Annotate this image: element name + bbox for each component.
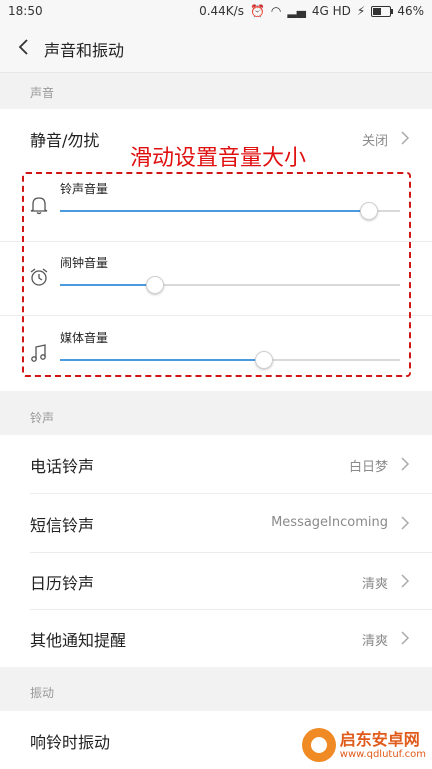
calendar-ringtone-value: 清爽 bbox=[361, 577, 388, 592]
dnd-label: 静音/勿扰 bbox=[30, 131, 100, 150]
charging-icon: ⚡ bbox=[356, 4, 366, 18]
network-speed: 0.44K/s bbox=[199, 4, 244, 18]
watermark-logo bbox=[301, 728, 336, 762]
chevron-right-icon bbox=[401, 516, 410, 530]
calendar-ringtone-row[interactable]: 日历铃声 清爽 bbox=[0, 552, 432, 610]
section-header-vibration: 振动 bbox=[30, 686, 55, 700]
section-vibration: 振动 bbox=[0, 667, 432, 711]
signal-icon: ▂▄ bbox=[287, 4, 306, 18]
dnd-value: 关闭 bbox=[361, 134, 388, 149]
chevron-right-icon bbox=[401, 457, 410, 471]
battery-percent: 46% bbox=[397, 4, 424, 18]
annotation-text: 滑动设置音量大小 bbox=[130, 146, 307, 171]
alarm-icon: ⏰ bbox=[249, 4, 265, 18]
status-bar: 18:50 0.44K/s ⏰ ◠ ▂▄ 4G HD ⚡ 46% bbox=[0, 0, 432, 24]
ring-vibrate-label: 响铃时振动 bbox=[30, 733, 111, 752]
phone-ringtone-value: 白日梦 bbox=[348, 460, 388, 475]
network-type: 4G HD bbox=[311, 4, 351, 18]
annotation-box bbox=[22, 172, 411, 377]
phone-ringtone-row[interactable]: 电话铃声 白日梦 bbox=[0, 435, 432, 493]
sms-ringtone-label: 短信铃声 bbox=[30, 516, 95, 535]
watermark: 启东安卓网 www.qdlutuf.com bbox=[301, 728, 426, 762]
back-arrow-icon[interactable] bbox=[12, 34, 38, 60]
section-ringtone: 铃声 bbox=[0, 391, 432, 435]
other-notification-row[interactable]: 其他通知提醒 清爽 bbox=[0, 609, 432, 667]
sms-ringtone-value: MessageIncoming bbox=[271, 515, 388, 530]
watermark-title: 启东安卓网 bbox=[339, 729, 420, 749]
other-notification-label: 其他通知提醒 bbox=[30, 631, 127, 650]
chevron-right-icon bbox=[401, 631, 410, 645]
section-header-ringtone: 铃声 bbox=[30, 411, 55, 425]
status-icons: 0.44K/s ⏰ ◠ ▂▄ 4G HD ⚡ 46% bbox=[199, 4, 424, 18]
chevron-right-icon bbox=[401, 131, 410, 145]
calendar-ringtone-label: 日历铃声 bbox=[30, 574, 95, 593]
status-time: 18:50 bbox=[8, 4, 43, 18]
page-title: 声音和振动 bbox=[44, 41, 125, 60]
watermark-url: www.qdlutuf.com bbox=[339, 748, 426, 760]
wifi-icon: ◠ bbox=[270, 4, 282, 18]
sms-ringtone-row[interactable]: 短信铃声 MessageIncoming bbox=[0, 494, 432, 552]
phone-ringtone-label: 电话铃声 bbox=[30, 457, 95, 476]
section-sound: 声音 bbox=[0, 73, 432, 109]
section-header-sound: 声音 bbox=[30, 86, 55, 100]
watermark-text: 启东安卓网 www.qdlutuf.com bbox=[339, 729, 426, 760]
title-bar: 声音和振动 bbox=[0, 24, 432, 73]
chevron-right-icon bbox=[401, 574, 410, 588]
other-notification-value: 清爽 bbox=[361, 634, 388, 649]
battery-icon bbox=[371, 5, 394, 17]
